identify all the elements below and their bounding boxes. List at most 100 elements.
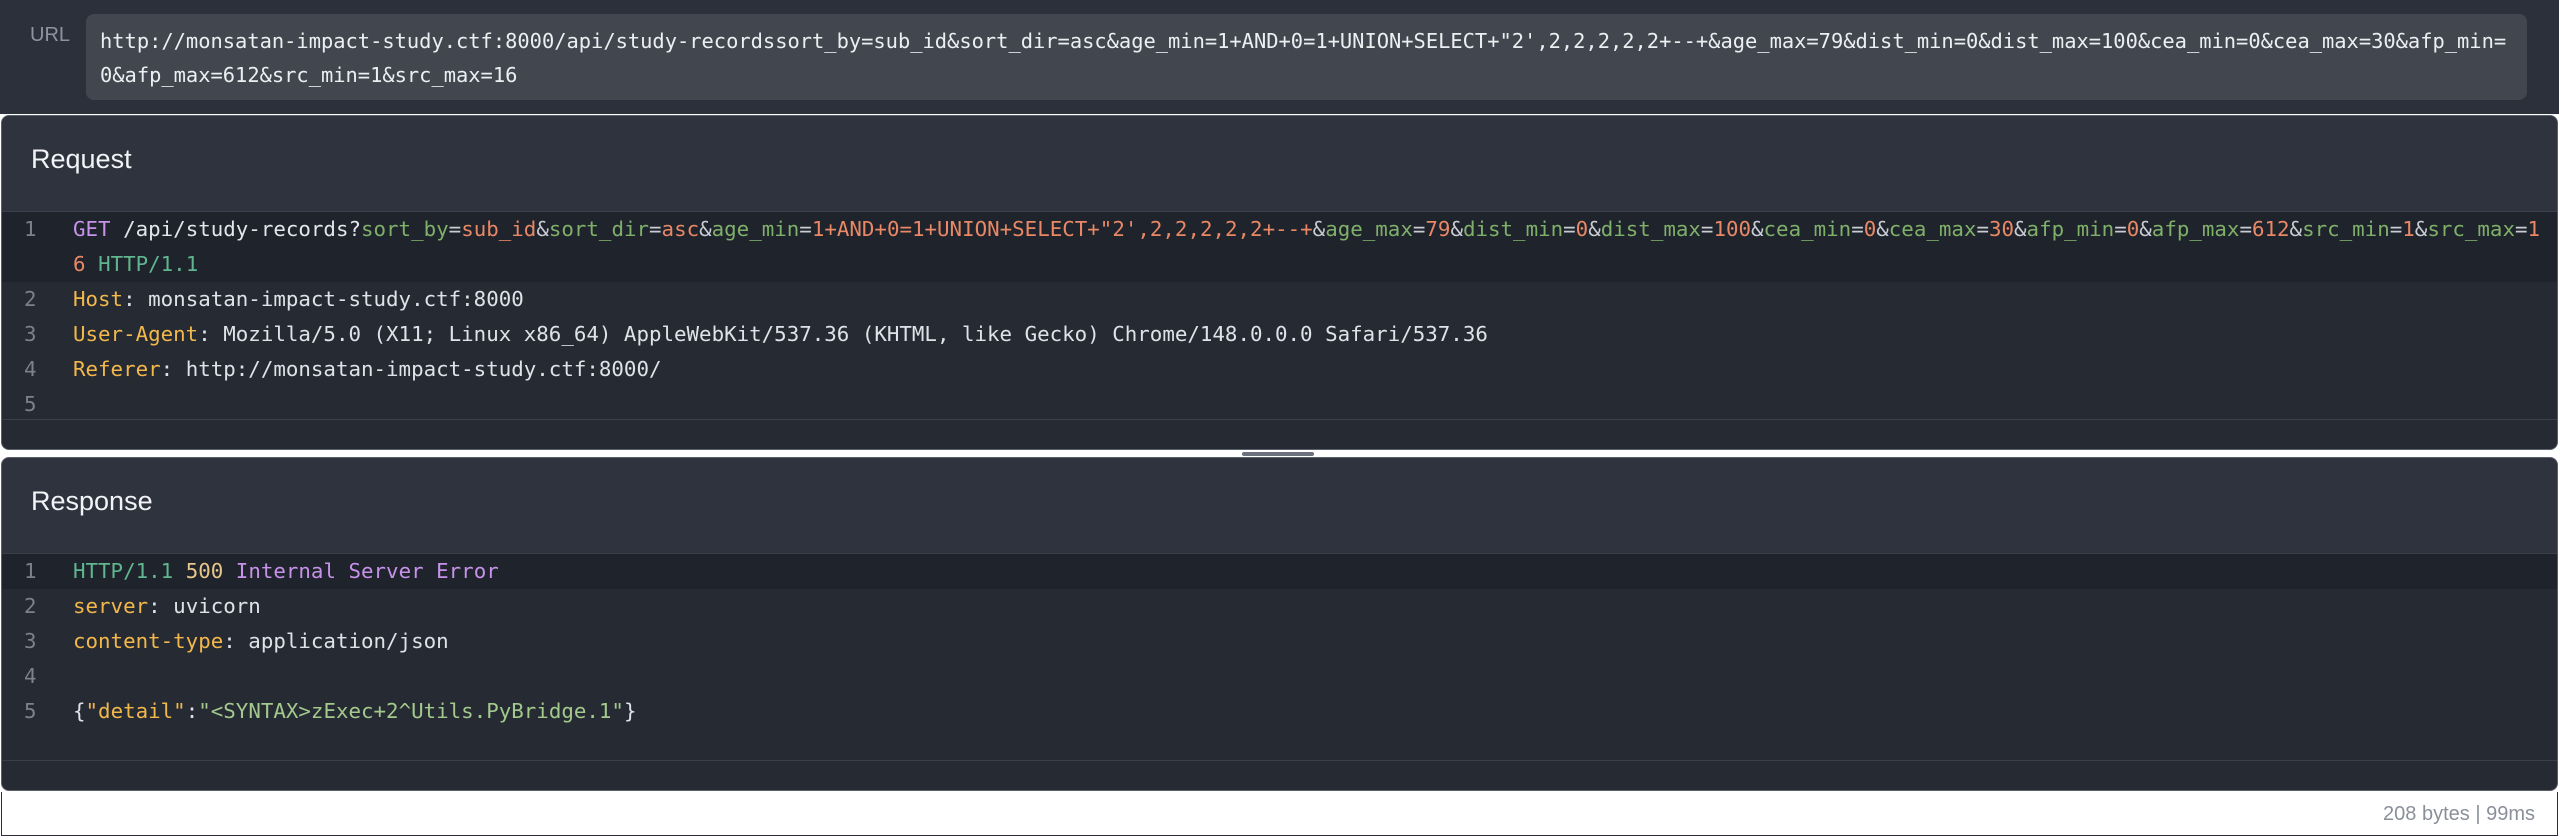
response-line-1[interactable]: 1 HTTP/1.1 500 Internal Server Error bbox=[2, 554, 2557, 589]
response-footer bbox=[2, 760, 2557, 790]
param-key: cea_min bbox=[1763, 217, 1852, 241]
url-input[interactable]: http://monsatan-impact-study.ctf:8000/ap… bbox=[86, 14, 2527, 100]
response-line-text[interactable]: content-type: application/json bbox=[73, 624, 2557, 659]
line-number: 4 bbox=[24, 357, 37, 381]
request-method: GET bbox=[73, 217, 111, 241]
param-separator: & bbox=[1876, 217, 1889, 241]
json-close-brace: } bbox=[623, 699, 637, 723]
param-equals: = bbox=[1851, 217, 1864, 241]
request-line-5[interactable]: 5 bbox=[2, 387, 2557, 422]
param-key: cea_max bbox=[1888, 217, 1977, 241]
request-line-2[interactable]: 2 Host: monsatan-impact-study.ctf:8000 bbox=[2, 282, 2557, 317]
response-line-5[interactable]: 5 {"detail":"<SYNTAX>zExec+2^Utils.PyBri… bbox=[2, 694, 2557, 729]
param-equals: = bbox=[1412, 217, 1426, 241]
header-name: Host bbox=[73, 287, 124, 311]
json-open-brace: { bbox=[73, 699, 86, 723]
request-line-text[interactable]: User-Agent: Mozilla/5.0 (X11; Linux x86_… bbox=[73, 317, 2557, 352]
param-key: src_min bbox=[2302, 217, 2390, 241]
line-number: 3 bbox=[24, 322, 37, 346]
header-name: content-type bbox=[73, 629, 224, 653]
request-line-text[interactable]: Referer: http://monsatan-impact-study.ct… bbox=[73, 352, 2557, 387]
header-name: User-Agent bbox=[73, 322, 199, 346]
header-name: Referer bbox=[73, 357, 161, 381]
line-number: 4 bbox=[24, 664, 37, 688]
response-viewer[interactable]: 1 HTTP/1.1 500 Internal Server Error 2 s… bbox=[2, 554, 2557, 729]
param-value: sub_id bbox=[461, 217, 537, 241]
resize-handle[interactable] bbox=[1242, 452, 1314, 456]
response-line-text[interactable]: HTTP/1.1 500 Internal Server Error bbox=[73, 554, 2557, 589]
request-panel: Request 1 GET /api/study-records?sort_by… bbox=[1, 115, 2558, 450]
request-line-3[interactable]: 3 User-Agent: Mozilla/5.0 (X11; Linux x8… bbox=[2, 317, 2557, 352]
param-key: dist_max bbox=[1600, 217, 1701, 241]
status-bar: 208 bytes | 99ms bbox=[1, 792, 2558, 836]
param-key: age_max bbox=[1325, 217, 1413, 241]
param-separator: & bbox=[1588, 217, 1601, 241]
line-number: 1 bbox=[24, 559, 37, 583]
param-value: 30 bbox=[1988, 217, 2015, 241]
param-separator: & bbox=[1751, 217, 1764, 241]
param-equals: = bbox=[649, 217, 662, 241]
param-separator: & bbox=[699, 217, 712, 241]
response-line-text[interactable]: server: uvicorn bbox=[73, 589, 2557, 624]
param-equals: = bbox=[2514, 217, 2528, 241]
line-number: 2 bbox=[24, 594, 37, 618]
param-equals: = bbox=[2239, 217, 2252, 241]
param-separator: & bbox=[2014, 217, 2027, 241]
request-protocol: HTTP/1.1 bbox=[98, 252, 199, 276]
param-key: dist_min bbox=[1462, 217, 1564, 241]
param-key: src_max bbox=[2427, 217, 2515, 241]
request-header: Request bbox=[2, 116, 2557, 212]
param-value: 0 bbox=[2126, 217, 2140, 241]
header-value: http://monsatan-impact-study.ctf:8000/ bbox=[185, 357, 662, 381]
param-separator: & bbox=[536, 217, 549, 241]
line-number: 5 bbox=[24, 699, 37, 723]
param-separator: & bbox=[2289, 217, 2303, 241]
url-value[interactable]: http://monsatan-impact-study.ctf:8000/ap… bbox=[100, 24, 2513, 92]
response-line-text[interactable] bbox=[73, 659, 2557, 694]
param-equals: = bbox=[799, 217, 812, 241]
param-key: sort_dir bbox=[548, 217, 650, 241]
header-value: uvicorn bbox=[173, 594, 261, 618]
response-stats: 208 bytes | 99ms bbox=[2383, 803, 2535, 825]
response-line-text[interactable]: {"detail":"<SYNTAX>zExec+2^Utils.PyBridg… bbox=[73, 694, 2557, 729]
response-title: Response bbox=[31, 486, 153, 516]
param-value: 1 bbox=[2402, 217, 2415, 241]
param-value: 0 bbox=[1863, 217, 1877, 241]
status-text: Internal Server Error bbox=[235, 559, 499, 583]
param-equals: = bbox=[1976, 217, 1989, 241]
url-bar: URL http://monsatan-impact-study.ctf:800… bbox=[0, 0, 2559, 114]
header-value: Mozilla/5.0 (X11; Linux x86_64) AppleWeb… bbox=[223, 322, 1488, 346]
request-title: Request bbox=[31, 144, 132, 174]
header-value: monsatan-impact-study.ctf:8000 bbox=[148, 287, 524, 311]
request-line-text[interactable] bbox=[73, 387, 2557, 422]
response-line-2[interactable]: 2 server: uvicorn bbox=[2, 589, 2557, 624]
request-editor[interactable]: 1 GET /api/study-records?sort_by=sub_id&… bbox=[2, 212, 2557, 422]
param-equals: = bbox=[448, 217, 462, 241]
request-params: sort_by=sub_id&sort_dir=asc&age_min=1+AN… bbox=[73, 217, 2540, 276]
json-colon: : bbox=[185, 699, 199, 723]
param-value: asc bbox=[661, 217, 700, 241]
request-line-1[interactable]: 1 GET /api/study-records?sort_by=sub_id&… bbox=[2, 212, 2557, 282]
request-line-text[interactable]: Host: monsatan-impact-study.ctf:8000 bbox=[73, 282, 2557, 317]
param-separator: & bbox=[2414, 217, 2428, 241]
param-key: age_min bbox=[711, 217, 800, 241]
param-value: 612 bbox=[2251, 217, 2290, 241]
json-key: "detail" bbox=[85, 699, 186, 723]
param-value: 100 bbox=[1713, 217, 1751, 241]
request-line-4[interactable]: 4 Referer: http://monsatan-impact-study.… bbox=[2, 352, 2557, 387]
response-line-4[interactable]: 4 bbox=[2, 659, 2557, 694]
param-equals: = bbox=[2114, 217, 2127, 241]
request-path: /api/study-records? bbox=[123, 217, 361, 241]
line-number: 2 bbox=[24, 287, 37, 311]
request-line-text[interactable]: GET /api/study-records?sort_by=sub_id&so… bbox=[73, 212, 2557, 282]
param-separator: & bbox=[1312, 217, 1326, 241]
param-value: 0 bbox=[1575, 217, 1589, 241]
response-panel: Response 1 HTTP/1.1 500 Internal Server … bbox=[1, 457, 2558, 791]
line-number: 1 bbox=[24, 217, 37, 241]
url-label: URL bbox=[30, 24, 71, 46]
json-value: "<SYNTAX>zExec+2^Utils.PyBridge.1" bbox=[198, 699, 624, 723]
response-line-3[interactable]: 3 content-type: application/json bbox=[2, 624, 2557, 659]
param-key: afp_min bbox=[2026, 217, 2115, 241]
status-code: 500 bbox=[185, 559, 224, 583]
param-equals: = bbox=[1563, 217, 1576, 241]
